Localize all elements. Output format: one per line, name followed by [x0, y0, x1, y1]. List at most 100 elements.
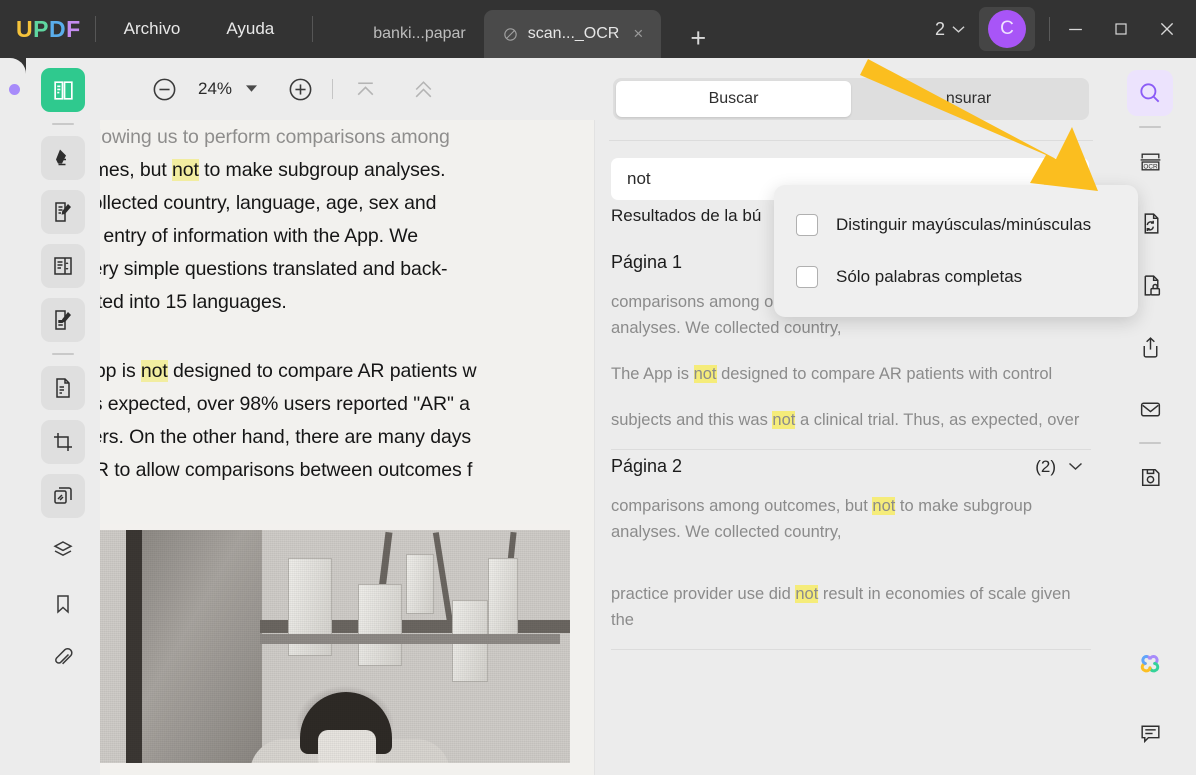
ocr-icon[interactable]: OCR [1127, 138, 1173, 184]
edit-image-icon[interactable] [41, 298, 85, 342]
pdf-page: allowing us to perform comparisons among… [100, 120, 594, 775]
save-icon[interactable] [1127, 454, 1173, 500]
titlebar-divider-1 [94, 16, 96, 42]
first-page-icon[interactable] [345, 69, 385, 109]
doc-line-post: to make subgroup analyses. [198, 159, 446, 181]
logo-letter-u: U [16, 15, 34, 42]
window-maximize-button[interactable] [1098, 0, 1144, 58]
logo-letter-p: P [33, 15, 49, 42]
left-rail-divider-2 [52, 353, 74, 355]
reader-mode-icon[interactable] [41, 68, 85, 112]
checkbox-unchecked-icon[interactable] [796, 214, 818, 236]
search-icon[interactable] [1127, 70, 1173, 116]
page-count-selector[interactable]: 2 [935, 19, 965, 40]
comment-icon[interactable] [1127, 710, 1173, 756]
tab-bar: banki...papar scan..._OCR × + [355, 0, 713, 58]
bookmark-icon[interactable] [41, 582, 85, 626]
menu-ayuda[interactable]: Ayuda [212, 13, 288, 45]
left-rail-divider-1 [52, 123, 74, 125]
title-bar: U P D F Archivo Ayuda banki...papar scan… [0, 0, 1196, 58]
panel-tab-group: Buscar nsurar [613, 78, 1089, 120]
email-icon[interactable] [1127, 386, 1173, 432]
account-button[interactable]: C [979, 7, 1035, 51]
option-label: Sólo palabras completas [836, 267, 1023, 286]
zoom-level-value[interactable]: 24% [184, 79, 246, 99]
search-hit: not [693, 365, 717, 383]
crop-page-icon[interactable] [41, 420, 85, 464]
tab-close-icon[interactable]: × [633, 24, 643, 44]
zoom-in-button[interactable] [280, 69, 320, 109]
option-match-case[interactable]: Distinguir mayúsculas/minúsculas [774, 199, 1138, 251]
share-icon[interactable] [1127, 324, 1173, 370]
doc-line: omes, but not to make subgroup analyses. [100, 155, 594, 186]
tab-censurar[interactable]: nsurar [851, 81, 1086, 117]
result-pre-text: practice provider use did [611, 585, 796, 603]
doc-line-pre: App is [100, 360, 136, 382]
option-label: Distinguir mayúsculas/minúsculas [836, 215, 1092, 234]
left-edge-strip [0, 58, 26, 775]
window-close-button[interactable] [1144, 0, 1190, 58]
doc-line: AR to allow comparisons between outcomes… [100, 459, 473, 481]
logo-letter-d: D [48, 15, 67, 42]
right-rail-divider-2 [1139, 442, 1161, 444]
result-pre-text: comparisons among outcomes, but [611, 497, 873, 515]
result-count: (2) [1035, 456, 1056, 476]
page-label: Página 1 [611, 252, 683, 272]
result-group-divider-2 [611, 649, 1091, 650]
attachment-icon[interactable] [41, 636, 85, 680]
doc-line: allowing us to perform comparisons among [100, 126, 450, 148]
document-view[interactable]: allowing us to perform comparisons among… [100, 120, 595, 775]
results-label: Resultados de la bú [611, 206, 762, 225]
tab-buscar[interactable]: Buscar [616, 81, 851, 117]
checkbox-unchecked-icon[interactable] [796, 266, 818, 288]
avatar: C [988, 10, 1026, 48]
layers-icon[interactable] [41, 528, 85, 572]
option-whole-words[interactable]: Sólo palabras completas [774, 251, 1138, 303]
doc-line: very simple questions translated and bac… [100, 258, 448, 280]
logo-letter-f: F [66, 15, 81, 42]
updf-logo: U P D F [16, 16, 81, 43]
scanned-doc-icon [502, 25, 520, 43]
search-panel: Buscar nsurar not Resultados de la bú Pá… [595, 58, 1105, 775]
result-item[interactable]: comparisons among outcomes, but not to m… [609, 483, 1093, 555]
scanned-photo [100, 524, 570, 769]
sidebar-collapse-handle[interactable] [9, 84, 20, 95]
page-count-value: 2 [934, 18, 945, 39]
page-label: Página 2 [611, 456, 683, 476]
menu-archivo[interactable]: Archivo [110, 13, 195, 45]
titlebar-divider-3 [1049, 17, 1050, 41]
search-hit: not [795, 585, 819, 603]
result-pre-text: The App is [611, 365, 694, 383]
search-results-list[interactable]: Página 1 comparisons among outcomes, but… [609, 246, 1093, 775]
window-minimize-button[interactable] [1052, 0, 1098, 58]
chevron-down-icon[interactable] [1068, 462, 1083, 471]
search-hit: not [172, 159, 199, 181]
tab-scan-ocr[interactable]: scan..._OCR × [483, 10, 662, 58]
ai-assistant-icon[interactable] [1127, 640, 1173, 686]
right-tool-rail: OCR [1104, 58, 1196, 775]
result-item[interactable]: practice provider use did not result in … [609, 555, 1093, 643]
right-rail-divider-1 [1139, 126, 1161, 128]
doc-line-post: designed to compare AR patients w [167, 360, 477, 382]
zoom-out-button[interactable] [144, 69, 184, 109]
toolbar-divider [332, 79, 333, 99]
chevron-down-icon [952, 25, 965, 34]
doc-line-pre: omes, but [100, 159, 167, 181]
doc-line: collected country, language, age, sex an… [100, 192, 437, 214]
zoom-dropdown-caret-icon[interactable] [246, 85, 280, 93]
doc-line: as expected, over 98% users reported "AR… [100, 393, 470, 415]
organize-pages-icon[interactable] [41, 366, 85, 410]
result-group-header-page-2[interactable]: Página 2 (2) [609, 450, 1093, 483]
form-fields-icon[interactable] [41, 244, 85, 288]
search-options-dropdown: Distinguir mayúsculas/minúsculas Sólo pa… [774, 185, 1138, 317]
tab-label: scan..._OCR [527, 25, 620, 42]
doc-line: sers. On the other hand, there are many … [100, 426, 472, 448]
result-item[interactable]: The App is not designed to compare AR pa… [609, 351, 1093, 397]
highlighter-icon[interactable] [41, 136, 85, 180]
previous-page-icon[interactable] [403, 69, 443, 109]
edit-text-icon[interactable] [41, 190, 85, 234]
new-tab-button[interactable]: + [683, 23, 713, 54]
tab-banki-papar[interactable]: banki...papar [355, 10, 484, 58]
page-thumbnails-icon[interactable] [41, 474, 85, 518]
result-item[interactable]: subjects and this was not a clinical tri… [609, 397, 1093, 443]
